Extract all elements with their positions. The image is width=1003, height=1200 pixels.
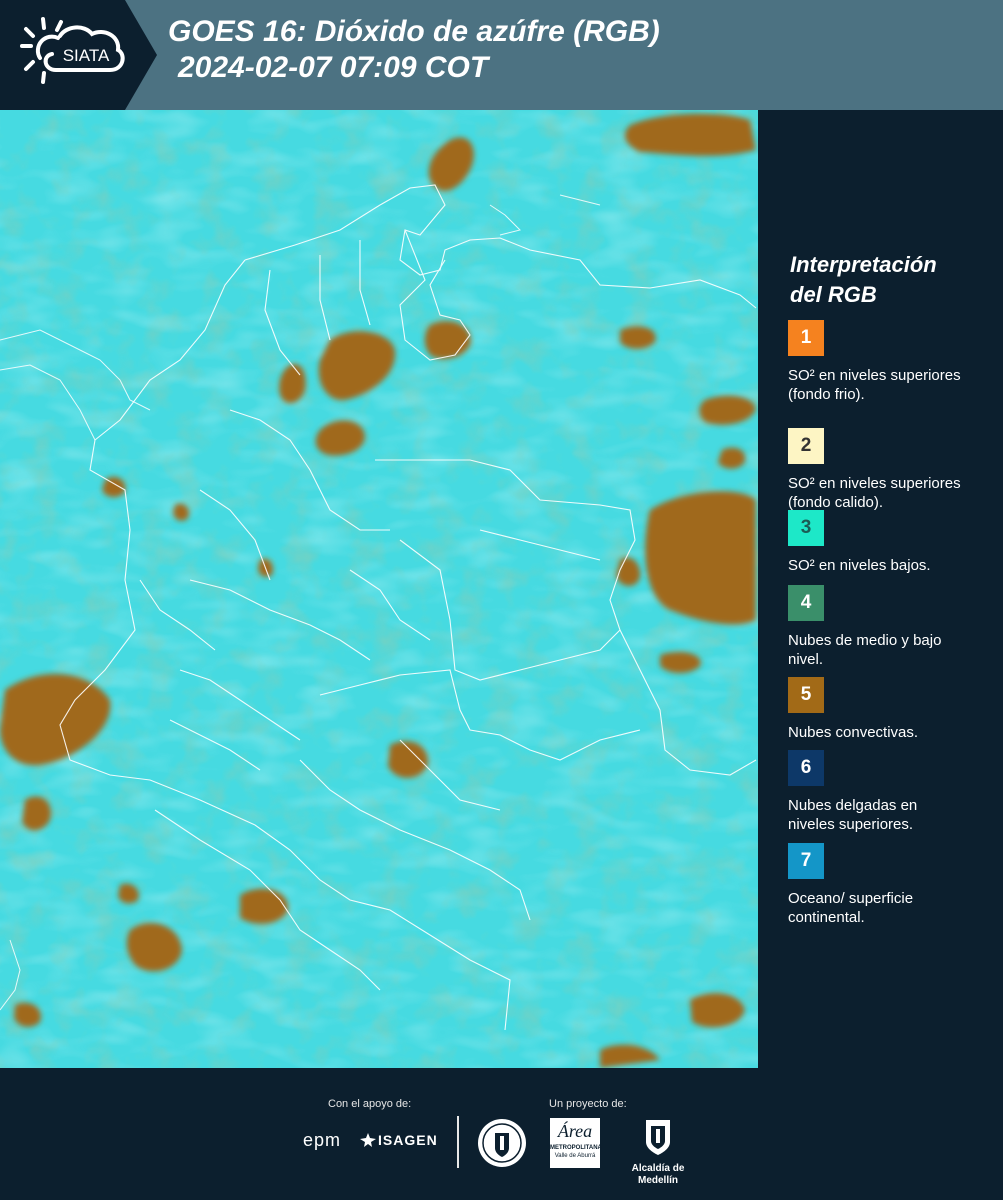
siata-logo[interactable]: SIATA [0, 0, 160, 110]
page-title: GOES 16: Dióxido de azúfre (RGB) 2024-02… [168, 14, 660, 86]
alcaldia-crest-icon [643, 1118, 673, 1156]
legend-item-7: 7 Oceano/ superficie continental. [788, 843, 988, 927]
legend-item-1: 1 SO² en niveles superiores (fondo frio). [788, 320, 988, 404]
legend-item-5: 5 Nubes convectivas. [788, 677, 988, 742]
legend-swatch: 1 [788, 320, 824, 356]
legend-label: Oceano/ superficie continental. [788, 890, 914, 926]
footer-divider [457, 1116, 459, 1168]
legend-swatch: 4 [788, 585, 824, 621]
title-line-2: 2024-02-07 07:09 COT [178, 51, 489, 84]
legend-swatch: 6 [788, 750, 824, 786]
legend-swatch: 2 [788, 428, 824, 464]
alcaldia-logo-text: Alcaldía de Medellín [631, 1163, 685, 1186]
legend-swatch: 7 [788, 843, 824, 879]
satellite-map[interactable] [0, 110, 758, 1068]
legend-item-4: 4 Nubes de medio y bajo nivel. [788, 585, 988, 669]
legend-label: SO² en niveles superiores (fondo calido)… [788, 475, 961, 511]
legend-swatch: 5 [788, 677, 824, 713]
isagen-logo-text: ISAGEN [378, 1132, 438, 1148]
header: SIATA GOES 16: Dióxido de azúfre (RGB) 2… [0, 0, 1003, 110]
area-metropolitana-logo[interactable]: Área METROPOLITANA Valle de Aburrá [550, 1118, 602, 1168]
support-label: Con el apoyo de: [328, 1098, 412, 1110]
metro-logo-text: Área [557, 1121, 593, 1141]
legend-title-line-1: Interpretación [790, 252, 937, 277]
isagen-logo[interactable]: ISAGEN [360, 1132, 438, 1148]
project-label: Un proyecto de: [549, 1098, 627, 1110]
medellin-seal-icon[interactable] [477, 1118, 527, 1173]
legend-label: SO² en niveles bajos. [788, 557, 931, 574]
metro-sub-1: METROPOLITANA [550, 1145, 602, 1151]
legend-swatch: 3 [788, 510, 824, 546]
siata-logo-text: SIATA [63, 46, 110, 65]
legend-title-line-2: del RGB [790, 282, 877, 307]
legend-title: Interpretación del RGB [790, 250, 937, 310]
alcaldia-logo[interactable]: Alcaldía de Medellín [613, 1118, 703, 1187]
footer: Con el apoyo de: Un proyecto de: epm ISA… [0, 1068, 1003, 1200]
metro-sub-2: Valle de Aburrá [554, 1153, 596, 1159]
legend-item-6: 6 Nubes delgadas en niveles superiores. [788, 750, 988, 834]
legend-label: Nubes delgadas en niveles superiores. [788, 797, 918, 833]
legend-item-2: 2 SO² en niveles superiores (fondo calido… [788, 428, 988, 512]
legend-label: Nubes de medio y bajo nivel. [788, 632, 942, 668]
legend-label: SO² en niveles superiores (fondo frio). [788, 367, 961, 403]
isagen-mark-icon [360, 1133, 376, 1147]
legend-item-3: 3 SO² en niveles bajos. [788, 510, 988, 575]
legend-panel: Interpretación del RGB 1 SO² en niveles s… [758, 110, 1003, 1068]
legend-label: Nubes convectivas. [788, 724, 919, 741]
title-line-1: GOES 16: Dióxido de azúfre (RGB) [168, 15, 660, 48]
epm-logo[interactable]: epm [303, 1130, 341, 1151]
